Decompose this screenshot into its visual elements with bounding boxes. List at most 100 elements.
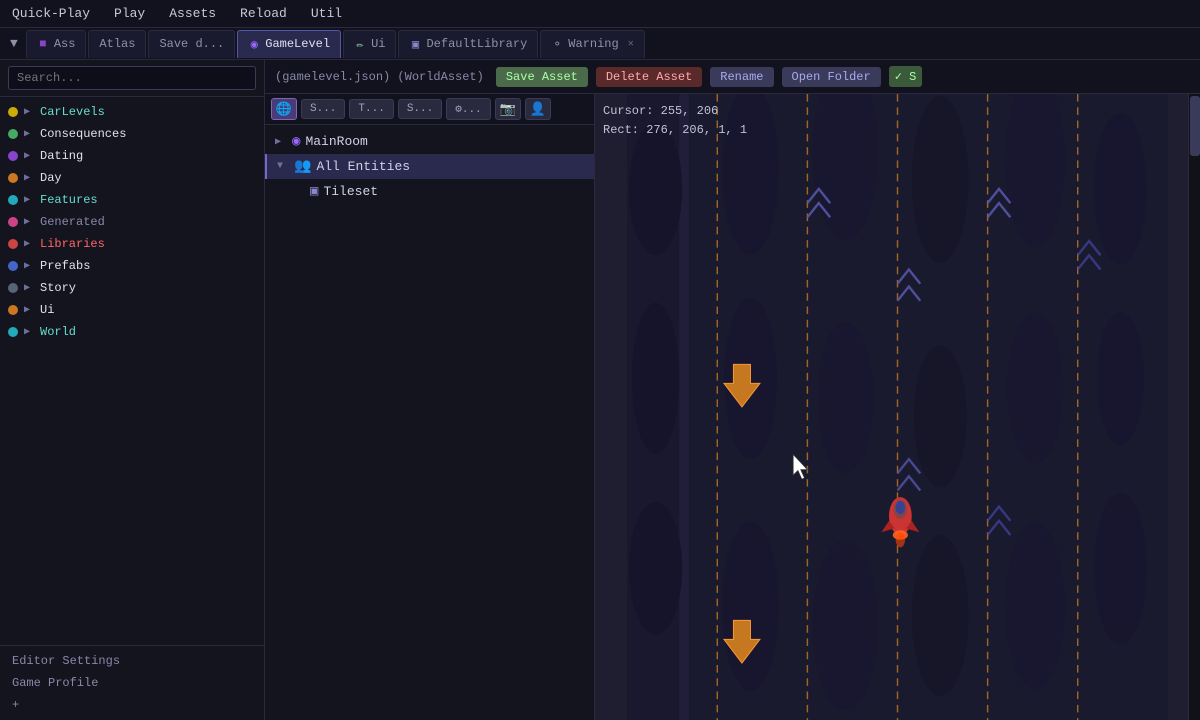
sidebar-label-consequences: Consequences xyxy=(40,127,256,141)
tree-item-mainroom[interactable]: ▶ ◉ MainRoom xyxy=(265,129,594,154)
rename-button[interactable]: Rename xyxy=(710,67,773,87)
sidebar-item-generated[interactable]: ▶ Generated xyxy=(0,211,264,233)
tree-item-tileset[interactable]: ▣ Tileset xyxy=(265,179,594,204)
sidebar-item-game-profile[interactable]: Game Profile xyxy=(0,672,264,694)
sidebar-item-ui[interactable]: ▶ Ui xyxy=(0,299,264,321)
save-asset-button[interactable]: Save Asset xyxy=(496,67,588,87)
tab-ass-icon: ■ xyxy=(37,38,49,50)
dot-prefabs xyxy=(8,261,18,271)
menu-item-util[interactable]: Util xyxy=(307,4,346,23)
tree-label-all-entities: All Entities xyxy=(316,159,410,174)
sidebar-label-story: Story xyxy=(40,281,256,295)
tab-ui-icon: ✏ xyxy=(354,38,366,50)
cursor-info: Cursor: 255, 206 xyxy=(603,102,747,121)
scrollbar-thumb[interactable] xyxy=(1190,96,1200,156)
tab-warning-icon: ⚬ xyxy=(551,38,563,50)
check-button[interactable]: ✓ S xyxy=(889,66,923,87)
menu-item-quickplay[interactable]: Quick-Play xyxy=(8,4,94,23)
split-view: 🌐 S... T... S... ⚙... 📷 👤 ▶ ◉ MainRoom xyxy=(265,94,1200,720)
game-viewport-svg xyxy=(595,94,1200,720)
search-input[interactable] xyxy=(8,66,256,90)
sidebar-add-button[interactable]: + xyxy=(0,694,264,716)
tree-panel: 🌐 S... T... S... ⚙... 📷 👤 ▶ ◉ MainRoom xyxy=(265,94,595,720)
menu-item-play[interactable]: Play xyxy=(110,4,149,23)
scrollbar-right[interactable] xyxy=(1188,94,1200,720)
sidebar-label-prefabs: Prefabs xyxy=(40,259,256,273)
sidebar-item-world[interactable]: ▶ World xyxy=(0,321,264,343)
cursor-y: 206 xyxy=(697,104,719,118)
tab-dropdown[interactable]: ▼ xyxy=(4,32,24,55)
menu-item-assets[interactable]: Assets xyxy=(165,4,220,23)
tab-ui[interactable]: ✏ Ui xyxy=(343,30,396,58)
tab-warning-label: Warning xyxy=(568,37,618,51)
content-area: (gamelevel.json) (WorldAsset) Save Asset… xyxy=(265,60,1200,720)
arrow-dating: ▶ xyxy=(24,150,34,162)
tree-label-tileset: Tileset xyxy=(323,184,378,199)
sidebar-label-world: World xyxy=(40,325,256,339)
menu-bar: Quick-Play Play Assets Reload Util xyxy=(0,0,1200,28)
cursor-label: Cursor: xyxy=(603,104,653,118)
dot-ui xyxy=(8,305,18,315)
asset-title: (gamelevel.json) (WorldAsset) xyxy=(275,70,484,84)
tab-ass[interactable]: ■ Ass xyxy=(26,30,87,58)
arrow-story: ▶ xyxy=(24,282,34,294)
tree-tool-s2[interactable]: S... xyxy=(398,99,442,119)
arrow-ui: ▶ xyxy=(24,304,34,316)
tree-tool-gear[interactable]: ⚙... xyxy=(446,98,490,120)
tab-atlas[interactable]: Atlas xyxy=(88,30,146,58)
tree-content: ▶ ◉ MainRoom ▼ 👥 All Entities ▣ Tileset xyxy=(265,125,594,208)
sidebar-item-features[interactable]: ▶ Features xyxy=(0,189,264,211)
tree-item-all-entities[interactable]: ▼ 👥 All Entities xyxy=(265,154,594,179)
arrow-libraries: ▶ xyxy=(24,238,34,250)
viewport-info: Cursor: 255, 206 Rect: 276, 206, 1, 1 xyxy=(603,102,747,140)
menu-item-reload[interactable]: Reload xyxy=(236,4,291,23)
dot-generated xyxy=(8,217,18,227)
arrow-world: ▶ xyxy=(24,326,34,338)
arrow-prefabs: ▶ xyxy=(24,260,34,272)
sidebar-item-carlevels[interactable]: ▶ CarLevels xyxy=(0,101,264,123)
sidebar-item-day[interactable]: ▶ Day xyxy=(0,167,264,189)
tab-warning-close[interactable]: ✕ xyxy=(628,38,634,50)
dot-world xyxy=(8,327,18,337)
tree-tool-person[interactable]: 👤 xyxy=(525,98,551,120)
tree-label-mainroom: MainRoom xyxy=(305,134,367,149)
tab-defaultlibrary[interactable]: ▣ DefaultLibrary xyxy=(398,30,538,58)
sidebar: ▶ CarLevels ▶ Consequences ▶ Dating ▶ Da… xyxy=(0,60,265,720)
tree-tool-settings[interactable]: S... xyxy=(301,99,345,119)
sidebar-item-consequences[interactable]: ▶ Consequences xyxy=(0,123,264,145)
tree-toolbar: 🌐 S... T... S... ⚙... 📷 👤 xyxy=(265,94,594,125)
sidebar-item-prefabs[interactable]: ▶ Prefabs xyxy=(0,255,264,277)
tab-warning[interactable]: ⚬ Warning ✕ xyxy=(540,30,644,58)
sidebar-item-libraries[interactable]: ▶ Libraries xyxy=(0,233,264,255)
dot-libraries xyxy=(8,239,18,249)
tab-defaultlibrary-label: DefaultLibrary xyxy=(426,37,527,51)
search-bar xyxy=(0,60,264,97)
tab-atlas-label: Atlas xyxy=(99,37,135,51)
open-folder-button[interactable]: Open Folder xyxy=(782,67,881,87)
rect-label: Rect: xyxy=(603,123,639,137)
tab-gamelevel-label: GameLevel xyxy=(265,37,330,51)
main-layout: ▶ CarLevels ▶ Consequences ▶ Dating ▶ Da… xyxy=(0,60,1200,720)
tab-gamelevel[interactable]: ◉ GameLevel xyxy=(237,30,341,58)
dot-carlevels xyxy=(8,107,18,117)
sidebar-item-dating[interactable]: ▶ Dating xyxy=(0,145,264,167)
tileset-icon: ▣ xyxy=(310,183,318,200)
sidebar-label-carlevels: CarLevels xyxy=(40,105,256,119)
tree-tool-globe[interactable]: 🌐 xyxy=(271,98,297,120)
delete-asset-button[interactable]: Delete Asset xyxy=(596,67,702,87)
dot-day xyxy=(8,173,18,183)
mainroom-icon: ◉ xyxy=(292,133,300,150)
sidebar-label-generated: Generated xyxy=(40,215,256,229)
cursor-x: 255 xyxy=(661,104,683,118)
tree-tool-table[interactable]: T... xyxy=(349,99,393,119)
viewport[interactable]: Cursor: 255, 206 Rect: 276, 206, 1, 1 xyxy=(595,94,1200,720)
sidebar-label-libraries: Libraries xyxy=(40,237,256,251)
tab-bar: ▼ ■ Ass Atlas Save d... ◉ GameLevel ✏ Ui… xyxy=(0,28,1200,60)
sidebar-item-story[interactable]: ▶ Story xyxy=(0,277,264,299)
tree-tool-camera[interactable]: 📷 xyxy=(495,98,521,120)
tab-saved[interactable]: Save d... xyxy=(148,30,235,58)
game-profile-label: Game Profile xyxy=(12,676,98,690)
sidebar-item-editor-settings[interactable]: Editor Settings xyxy=(0,650,264,672)
arrow-features: ▶ xyxy=(24,194,34,206)
add-icon: + xyxy=(12,698,19,712)
